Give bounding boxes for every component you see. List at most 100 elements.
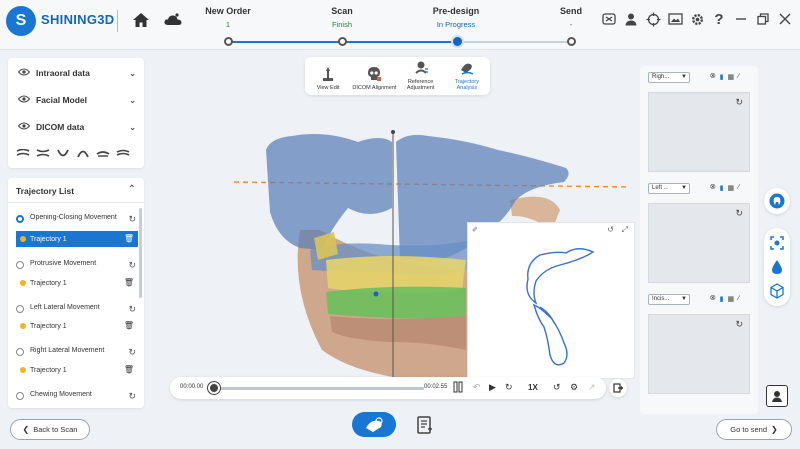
speed-selector[interactable]: 1X — [528, 383, 538, 392]
axis-handle[interactable] — [391, 130, 395, 134]
expand-icon[interactable]: ⤢ — [622, 225, 628, 235]
refresh-icon[interactable]: ↻ — [128, 391, 136, 402]
refresh-icon[interactable]: ↻ — [128, 214, 136, 225]
trash-icon[interactable]: 🗑 — [124, 365, 134, 374]
close-icon[interactable] — [776, 10, 794, 28]
radio-button[interactable] — [16, 305, 24, 313]
focus-button[interactable] — [764, 230, 790, 256]
refresh-icon[interactable]: ↻ — [735, 97, 743, 108]
user-icon[interactable] — [622, 10, 640, 28]
upper-arch-icon[interactable] — [76, 148, 90, 158]
trajectory-item[interactable]: Trajectory 1 🗑 — [16, 362, 138, 378]
scrollbar[interactable] — [139, 208, 142, 298]
trash-icon[interactable]: 🗑 — [124, 234, 134, 243]
trash-icon[interactable]: 🗑 — [124, 321, 134, 330]
report-mode-button[interactable] — [413, 413, 437, 437]
view-select-right[interactable]: Righ... ▼ — [648, 72, 690, 83]
radio-button[interactable] — [16, 215, 24, 223]
trash-icon[interactable]: 🗑 — [124, 278, 134, 287]
cube-button[interactable] — [764, 278, 790, 304]
eye-icon[interactable] — [17, 95, 31, 105]
minimize-icon[interactable] — [732, 10, 750, 28]
layer-intraoral[interactable]: Intraoral data ⌄ — [8, 62, 144, 84]
step-pre-design[interactable]: Pre-design In Progress — [401, 6, 511, 29]
view-select-left[interactable]: Left ... ▼ — [648, 183, 690, 194]
refresh-icon[interactable]: ↻ — [735, 208, 743, 219]
gear-icon[interactable] — [688, 10, 706, 28]
step-dot[interactable] — [567, 37, 576, 46]
drop-button[interactable] — [764, 254, 790, 280]
step-dot[interactable] — [338, 37, 347, 46]
view-select-incisal[interactable]: Incis... ▼ — [648, 294, 690, 305]
tool-view-edit[interactable]: View Edit — [306, 65, 350, 91]
loop-icon[interactable]: ↻ — [505, 382, 513, 393]
back-to-scan-button[interactable]: ❮ Back to Scan — [10, 419, 90, 440]
step-scan[interactable]: Scan Finish — [287, 6, 397, 29]
radio-button[interactable] — [16, 392, 24, 400]
tool-trajectory-analysis[interactable]: Trajectory Analysis — [445, 59, 489, 91]
layer-dicom[interactable]: DICOM data ⌄ — [8, 116, 144, 138]
patient-profile-button[interactable] — [766, 385, 788, 407]
bite-view-icon[interactable] — [96, 148, 110, 158]
layer-facial-model[interactable]: Facial Model ⌄ — [8, 89, 144, 111]
lower-arch-icon[interactable] — [56, 148, 70, 158]
layers-icon[interactable]: ▦ — [727, 184, 734, 192]
tooth-icon[interactable]: ▮ — [720, 184, 724, 192]
playback-slider-handle[interactable] — [208, 382, 220, 394]
layers-icon[interactable]: ▦ — [727, 73, 734, 81]
right-view-canvas[interactable]: ↻ — [648, 92, 750, 172]
trajectory-item[interactable]: Trajectory 1 🗑 — [16, 318, 138, 334]
measure-icon[interactable]: ∕ — [738, 73, 739, 81]
screenshot-icon[interactable] — [600, 10, 618, 28]
chevron-down-icon[interactable]: ⌄ — [129, 123, 136, 132]
chevron-down-icon[interactable]: ⌄ — [129, 69, 136, 78]
image-gallery-icon[interactable] — [666, 10, 684, 28]
help-icon[interactable]: ? — [710, 10, 728, 28]
layers-icon[interactable]: ▦ — [727, 295, 734, 303]
step-back-icon[interactable] — [453, 381, 465, 395]
chevron-up-icon[interactable]: ⌃ — [128, 184, 136, 195]
plane-icon[interactable]: ⮿ — [710, 295, 716, 303]
replay-icon[interactable]: ↺ — [553, 382, 561, 393]
step-new-order[interactable]: New Order 1 — [173, 6, 283, 29]
edit-icon[interactable]: ✐ — [472, 226, 478, 234]
trajectory-item[interactable]: Trajectory 1 🗑 — [16, 275, 138, 291]
plane-icon[interactable]: ⮿ — [710, 73, 716, 81]
eye-icon[interactable] — [17, 68, 31, 78]
target-icon[interactable] — [644, 10, 662, 28]
restore-icon[interactable] — [754, 10, 772, 28]
radio-button[interactable] — [16, 261, 24, 269]
chevron-down-icon[interactable]: ⌄ — [129, 96, 136, 105]
play-icon[interactable]: ▶ — [489, 382, 496, 393]
step-dot[interactable] — [224, 37, 233, 46]
step-dot-active[interactable] — [453, 37, 462, 46]
tooth-view-button[interactable] — [764, 188, 790, 214]
trajectory-item-selected[interactable]: Trajectory 1 🗑 — [16, 231, 138, 247]
measure-icon[interactable]: ∕ — [738, 184, 739, 192]
stack-view-icon[interactable] — [116, 148, 130, 158]
upper-jaw-icon[interactable] — [16, 148, 30, 158]
incisal-point-marker[interactable] — [373, 291, 379, 297]
measure-icon[interactable]: ∕ — [738, 295, 739, 303]
playback-track[interactable] — [214, 387, 424, 390]
refresh-icon[interactable]: ↻ — [128, 304, 136, 315]
tool-dicom-alignment[interactable]: DICOM Alignment — [352, 65, 396, 91]
plane-icon[interactable]: ⮿ — [710, 184, 716, 192]
rewind-icon[interactable]: ↶ — [473, 382, 481, 393]
left-view-canvas[interactable]: ↻ — [648, 203, 750, 283]
reset-icon[interactable]: ↺ — [607, 225, 614, 234]
refresh-icon[interactable]: ↻ — [128, 347, 136, 358]
tooth-icon[interactable]: ▮ — [720, 295, 724, 303]
trajectory-mode-button[interactable] — [352, 412, 396, 437]
go-to-send-button[interactable]: Go to send ❯ — [716, 419, 792, 440]
exit-icon[interactable] — [609, 379, 627, 397]
tooth-icon[interactable]: ▮ — [720, 73, 724, 81]
incisal-view-canvas[interactable]: ↻ — [648, 314, 750, 394]
trajectory-curve-view[interactable]: ✐ ↺ ⤢ — [467, 222, 635, 379]
both-jaws-icon[interactable] — [36, 148, 50, 158]
settings-icon[interactable]: ⚙ — [570, 382, 578, 393]
tool-reference-adjustment[interactable]: Reference Adjustment — [399, 59, 443, 91]
export-icon[interactable]: ↗ — [588, 382, 596, 393]
home-icon[interactable] — [131, 10, 151, 30]
eye-icon[interactable] — [17, 122, 31, 132]
